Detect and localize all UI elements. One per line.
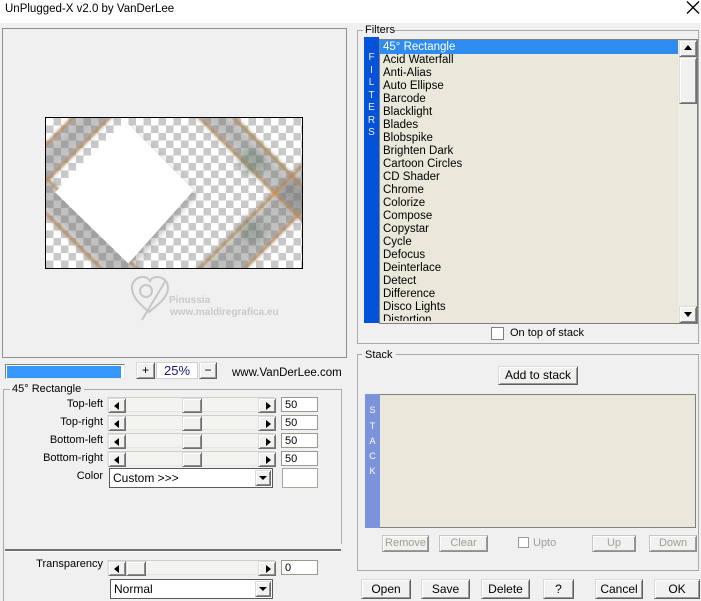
svg-text:www.maldiregrafica.eu: www.maldiregrafica.eu [169, 307, 279, 318]
svg-text:Pinussia: Pinussia [169, 295, 211, 306]
